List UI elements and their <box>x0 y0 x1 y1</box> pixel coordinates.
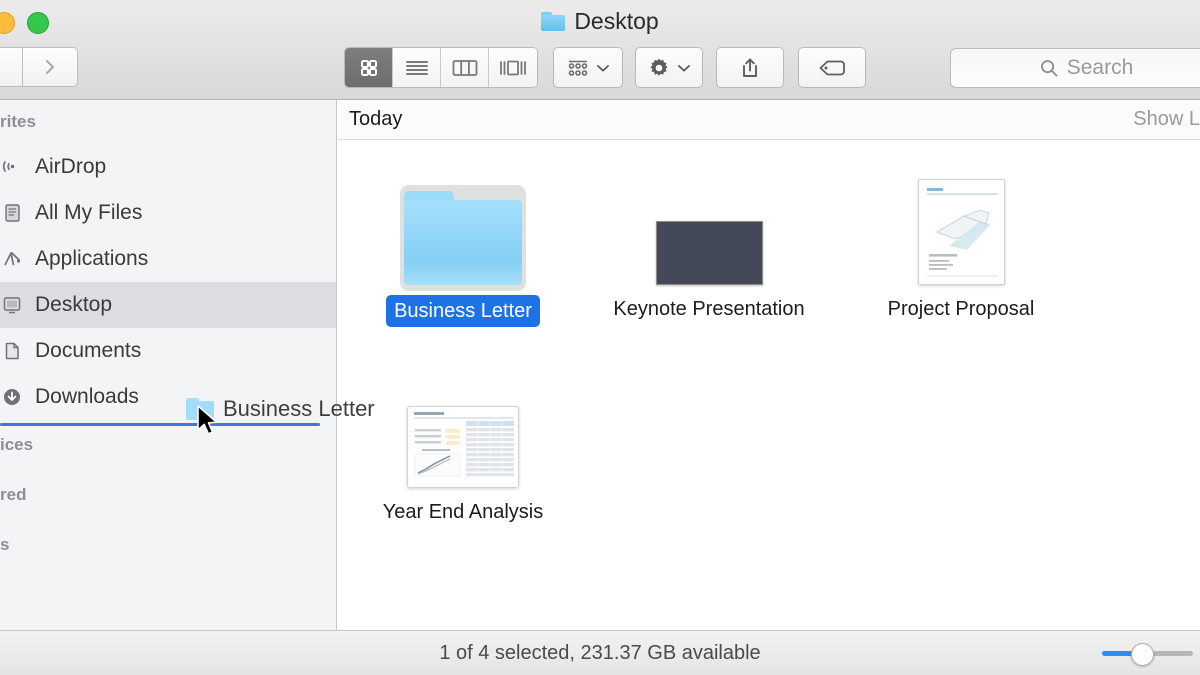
icon-size-slider[interactable] <box>1102 643 1193 666</box>
sidebar-section-favorites: rites <box>0 112 36 131</box>
thumbnail <box>917 175 1005 285</box>
all-my-files-icon <box>0 201 24 225</box>
file-item-keynote-presentation[interactable]: Keynote Presentation <box>604 175 814 323</box>
downloads-icon <box>0 385 24 409</box>
sidebar-item-desktop[interactable]: Desktop <box>0 282 336 328</box>
sidebar-item-airdrop[interactable]: AirDrop <box>0 144 336 190</box>
sidebar-item-label: Applications <box>35 247 149 270</box>
desktop-icon <box>0 293 24 317</box>
file-label: Project Proposal <box>887 298 1035 320</box>
file-browser-content: Today Show L Business Letter Keynote Pre… <box>338 100 1200 630</box>
file-item-year-end-analysis[interactable]: Year End Analysis <box>358 392 568 526</box>
sidebar-item-label: Documents <box>35 339 142 362</box>
file-label: Keynote Presentation <box>613 298 805 320</box>
file-label: Business Letter <box>386 295 540 327</box>
coverflow-view-button[interactable] <box>489 48 537 87</box>
search-icon <box>1040 60 1058 77</box>
file-item-project-proposal[interactable]: Project Proposal <box>856 175 1066 323</box>
column-view-button[interactable] <box>441 48 489 87</box>
sidebar-item-label: Desktop <box>35 293 113 316</box>
list-lines-icon <box>405 60 428 75</box>
documents-icon <box>0 339 24 363</box>
sidebar-item-all-my-files[interactable]: All My Files <box>0 190 336 236</box>
icon-grid: Business Letter Keynote Presentation Pro… <box>338 141 1200 630</box>
sidebar-item-documents[interactable]: Documents <box>0 328 336 374</box>
share-upload-icon <box>743 58 757 77</box>
tag-icon <box>819 60 845 75</box>
keynote-thumbnail-icon <box>655 221 763 285</box>
search-field[interactable]: Search <box>950 48 1200 88</box>
icon-view-button[interactable] <box>345 48 393 87</box>
file-item-business-letter[interactable]: Business Letter <box>358 175 568 327</box>
columns-icon <box>452 59 477 76</box>
share-button[interactable] <box>716 47 784 88</box>
show-less-button[interactable]: Show L <box>1133 108 1200 131</box>
chevron-down-icon <box>597 64 609 71</box>
status-bar: 1 of 4 selected, 231.37 GB available <box>0 630 1200 675</box>
arrange-button[interactable] <box>553 47 623 88</box>
sidebar-item-applications[interactable]: Applications <box>0 236 336 282</box>
thumbnail <box>655 175 763 285</box>
thumbnail <box>407 392 519 488</box>
applications-icon <box>0 247 24 271</box>
arrange-grid-icon <box>568 60 588 76</box>
window-title-bar: Desktop <box>0 8 1200 35</box>
view-mode-segmented-control <box>344 47 538 88</box>
thumbnail <box>400 175 526 291</box>
sidebar: rites AirDrop All My Files Applications … <box>0 100 337 630</box>
status-text: 1 of 4 selected, 231.37 GB available <box>439 642 761 664</box>
sidebar-item-label: AirDrop <box>35 155 107 178</box>
airdrop-icon <box>0 155 24 179</box>
folder-icon <box>541 12 566 31</box>
finder-window: Desktop Search rites AirDrop All My File… <box>0 0 1200 675</box>
group-title: Today <box>349 108 403 130</box>
sidebar-section-shared: red <box>0 485 27 504</box>
arrow-cursor-icon <box>196 405 222 444</box>
group-header-today: Today Show L <box>338 100 1200 140</box>
numbers-spreadsheet-thumbnail-icon <box>407 406 519 488</box>
chevron-down-icon <box>678 64 690 71</box>
grid-icon <box>360 59 377 76</box>
sidebar-section-devices: ices <box>0 435 34 454</box>
sidebar-item-label: All My Files <box>35 201 143 224</box>
pages-document-thumbnail-icon <box>917 179 1005 285</box>
search-input[interactable]: Search <box>1067 56 1134 80</box>
folder-icon <box>400 185 526 291</box>
sidebar-section-tags: s <box>0 535 10 554</box>
page-title: Desktop <box>574 8 659 34</box>
titlebar: Desktop Search <box>0 0 1200 100</box>
sidebar-item-label: Downloads <box>35 385 139 408</box>
coverflow-icon <box>500 60 526 75</box>
slider-knob[interactable] <box>1131 643 1154 666</box>
sidebar-drop-insertion-line <box>0 423 320 426</box>
drag-ghost-label: Business Letter <box>223 396 375 421</box>
tag-button[interactable] <box>798 47 866 88</box>
list-view-button[interactable] <box>393 48 441 87</box>
action-menu-button[interactable] <box>635 47 703 88</box>
file-label: Year End Analysis <box>382 501 544 523</box>
gear-icon <box>650 58 668 76</box>
